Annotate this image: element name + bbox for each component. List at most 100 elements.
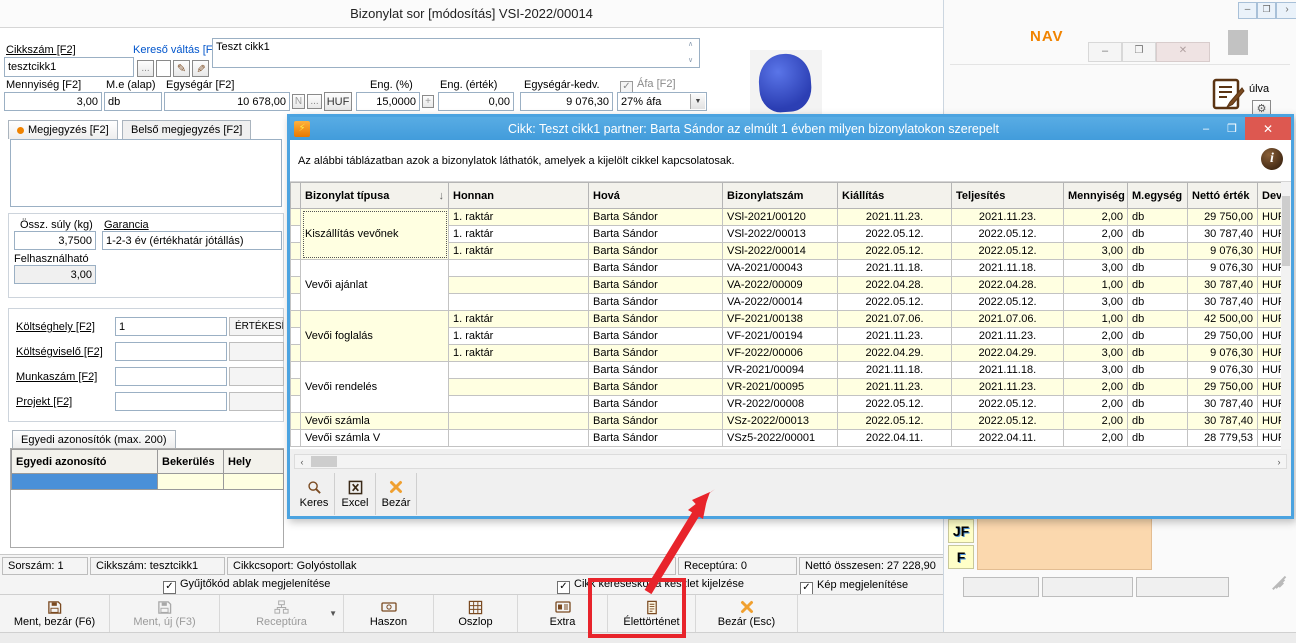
doc-column-header[interactable]: M.egység (1128, 183, 1188, 209)
egyedi-cell[interactable] (224, 474, 284, 490)
doc-cell[interactable]: 30 787,40 (1188, 294, 1258, 311)
table-row[interactable]: Vevői foglalás1. raktárBarta SándorVF-20… (291, 311, 1283, 328)
doc-cell[interactable]: Barta Sándor (589, 379, 723, 396)
doc-cell[interactable]: VR-2022/00008 (723, 396, 838, 413)
doc-cell[interactable]: 2,00 (1064, 379, 1128, 396)
doc-cell[interactable]: 2022.05.12. (952, 396, 1064, 413)
description-scroll-down-icon[interactable]: ∨ (688, 56, 693, 64)
doc-cell[interactable]: 2021.11.23. (952, 328, 1064, 345)
row-selector[interactable] (291, 277, 301, 294)
info-icon[interactable]: i (1261, 148, 1283, 170)
munkaszam-input[interactable] (115, 367, 227, 386)
projekt-input[interactable] (115, 392, 227, 411)
table-row[interactable]: Vevői számlaBarta SándorVSz-2022/0001320… (291, 413, 1283, 430)
doc-cell[interactable]: 2021.11.18. (952, 260, 1064, 277)
doc-column-header[interactable]: Teljesítés (952, 183, 1064, 209)
doc-type-group-cell[interactable]: Vevői számla (301, 413, 449, 430)
koltseghely-input[interactable]: 1 (115, 317, 227, 336)
doc-cell[interactable]: 2022.05.12. (952, 413, 1064, 430)
mennyiseg-input[interactable]: 3,00 (4, 92, 102, 111)
garancia-input[interactable]: 1-2-3 év (értékhatár jótállás) (102, 231, 282, 250)
doc-cell[interactable]: db (1128, 294, 1188, 311)
table-row[interactable]: Vevői rendelésBarta SándorVR-2021/000942… (291, 362, 1283, 379)
doc-cell[interactable]: db (1128, 277, 1188, 294)
egysegar-input[interactable]: 10 678,00 (164, 92, 290, 111)
popup-close-button[interactable]: ✕ (1245, 117, 1291, 140)
me-alap-input[interactable]: db (104, 92, 162, 111)
doc-column-header[interactable]: Bizonylatszám (723, 183, 838, 209)
resize-grip-icon[interactable] (1272, 572, 1286, 586)
popup-maximize-button[interactable]: ❒ (1219, 119, 1245, 138)
doc-cell[interactable]: Barta Sándor (589, 209, 723, 226)
doc-cell[interactable]: 28 779,53 (1188, 430, 1258, 447)
doc-cell[interactable]: 3,00 (1064, 260, 1128, 277)
doc-cell[interactable]: 2022.05.12. (838, 294, 952, 311)
doc-cell[interactable]: 2021.11.23. (838, 209, 952, 226)
tab-belso-megjegyzes[interactable]: Belső megjegyzés [F2] (122, 120, 251, 139)
doc-cell[interactable]: HUF (1258, 379, 1283, 396)
doc-cell[interactable]: VA-2021/00043 (723, 260, 838, 277)
doc-cell[interactable]: 2021.07.06. (952, 311, 1064, 328)
doc-cell[interactable]: 2022.04.29. (952, 345, 1064, 362)
doc-cell[interactable]: 30 787,40 (1188, 277, 1258, 294)
ossz-suly-input[interactable]: 3,7500 (14, 231, 96, 250)
doc-cell[interactable]: VF-2022/00006 (723, 345, 838, 362)
doc-cell[interactable]: HUF (1258, 209, 1283, 226)
row-selector[interactable] (291, 209, 301, 226)
doc-cell[interactable]: VSz5-2022/00001 (723, 430, 838, 447)
doc-column-header[interactable]: Devizanem (1258, 183, 1283, 209)
doc-column-header[interactable]: Kiállítás (838, 183, 952, 209)
doc-cell[interactable]: 2021.11.23. (838, 379, 952, 396)
doc-cell[interactable]: VR-2021/00095 (723, 379, 838, 396)
table-row[interactable]: Vevői számla VBarta SándorVSz5-2022/0000… (291, 430, 1283, 447)
doc-cell[interactable]: db (1128, 260, 1188, 277)
doc-cell[interactable]: Barta Sándor (589, 243, 723, 260)
bg-minimize-button[interactable]: – (1088, 42, 1122, 62)
doc-cell[interactable] (449, 430, 589, 447)
popup-titlebar[interactable]: ⚡ Cikk: Teszt cikk1 partner: Barta Sándo… (290, 117, 1291, 140)
bg-maximize-button[interactable]: ❒ (1122, 42, 1156, 62)
outer-minimize-button[interactable]: – (1238, 2, 1257, 19)
doc-cell[interactable]: VR-2021/00094 (723, 362, 838, 379)
doc-cell[interactable]: 2,00 (1064, 226, 1128, 243)
row-selector[interactable] (291, 396, 301, 413)
table-row[interactable]: Vevői ajánlatBarta SándorVA-2021/0004320… (291, 260, 1283, 277)
doc-cell[interactable]: 2022.04.11. (838, 430, 952, 447)
doc-cell[interactable]: 2021.11.23. (952, 379, 1064, 396)
doc-cell[interactable]: 3,00 (1064, 345, 1128, 362)
scroll-left-icon[interactable]: ‹ (295, 455, 309, 468)
scrollbar-thumb[interactable] (311, 456, 337, 467)
row-selector[interactable] (291, 260, 301, 277)
doc-cell[interactable]: 30 787,40 (1188, 396, 1258, 413)
row-selector[interactable] (291, 328, 301, 345)
doc-type-group-cell[interactable]: Vevői ajánlat (301, 260, 449, 311)
extra-button[interactable]: Extra (518, 595, 608, 632)
doc-cell[interactable]: 2022.05.12. (952, 226, 1064, 243)
doc-cell[interactable]: Barta Sándor (589, 294, 723, 311)
keres-button[interactable]: Keres (294, 473, 335, 515)
row-selector[interactable] (291, 430, 301, 447)
kereso-valtas-link[interactable]: Kereső váltás [F9] (133, 44, 222, 56)
row-selector[interactable] (291, 294, 301, 311)
doc-cell[interactable]: HUF (1258, 294, 1283, 311)
doc-cell[interactable]: db (1128, 413, 1188, 430)
doc-cell[interactable]: 1. raktár (449, 209, 589, 226)
doc-cell[interactable]: 2022.05.12. (838, 413, 952, 430)
doc-cell[interactable]: 2021.11.23. (838, 328, 952, 345)
doc-cell[interactable]: HUF (1258, 345, 1283, 362)
doc-cell[interactable]: db (1128, 328, 1188, 345)
bg-close-button[interactable]: ✕ (1156, 42, 1210, 62)
chevron-down-icon[interactable]: ▼ (690, 94, 705, 109)
doc-cell[interactable]: Barta Sándor (589, 345, 723, 362)
doc-cell[interactable]: db (1128, 243, 1188, 260)
egyedi-header-azonosito[interactable]: Egyedi azonosító (12, 450, 158, 474)
doc-cell[interactable]: 2022.04.11. (952, 430, 1064, 447)
doc-cell[interactable]: 1. raktár (449, 328, 589, 345)
doc-cell[interactable]: VSz-2022/00013 (723, 413, 838, 430)
doc-cell[interactable]: HUF (1258, 328, 1283, 345)
egyedi-header-hely[interactable]: Hely (224, 450, 284, 474)
doc-cell[interactable] (449, 379, 589, 396)
doc-cell[interactable]: Barta Sándor (589, 362, 723, 379)
doc-column-header[interactable]: Mennyiség (1064, 183, 1128, 209)
elettortenet-button[interactable]: Élettörténet (608, 595, 696, 632)
